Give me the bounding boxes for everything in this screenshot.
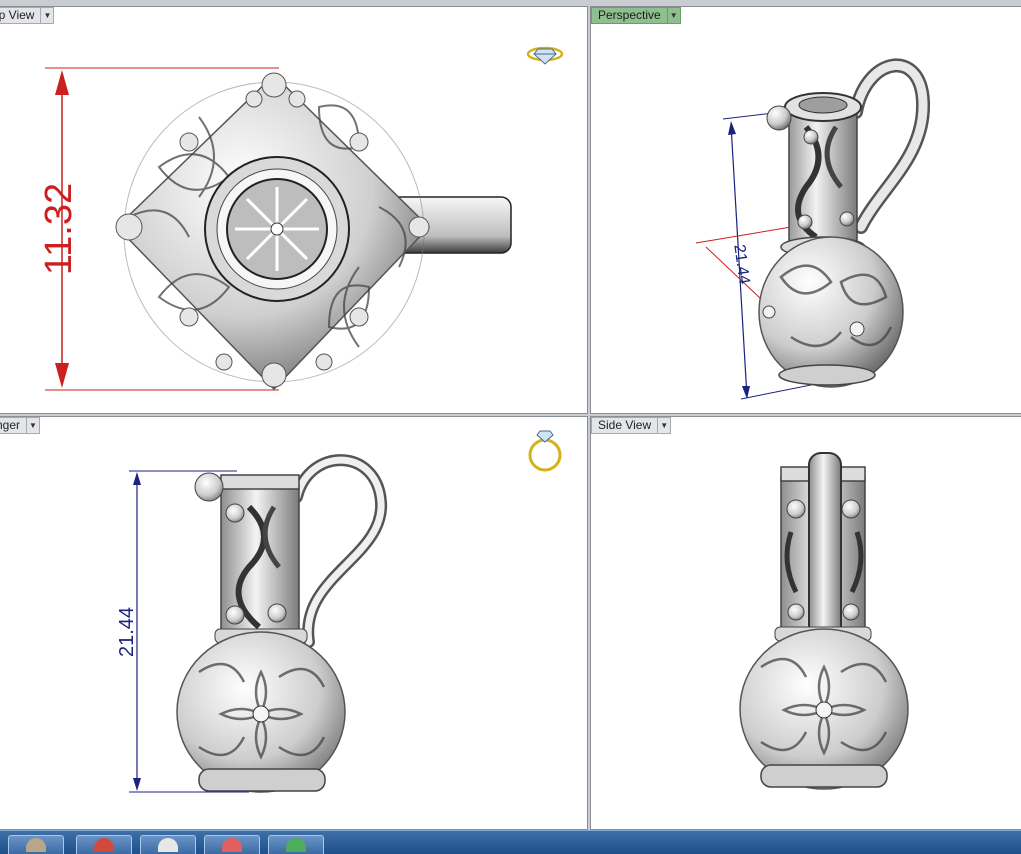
dimension-perspective-height: 21.44 [730, 243, 752, 285]
viewport-label-perspective[interactable]: Perspective [591, 7, 668, 24]
gem-ring-icon [526, 46, 564, 65]
viewport-title-side[interactable]: Side View ▼ [591, 417, 672, 434]
side-view-scene [739, 452, 909, 790]
app-icon [222, 838, 242, 852]
chevron-down-icon[interactable]: ▼ [658, 417, 672, 434]
dimension-front-height: 21.44 [116, 607, 138, 657]
app-icon [158, 838, 178, 852]
viewport-title-perspective[interactable]: Perspective ▼ [591, 7, 681, 24]
viewport-front[interactable]: Finger ▼ 21.44 [0, 416, 588, 830]
front-view-scene: 21.44 [116, 430, 562, 793]
taskbar-button-1[interactable] [8, 835, 64, 854]
app-icon [26, 838, 46, 852]
taskbar-button-4[interactable] [204, 835, 260, 854]
viewport-top[interactable]: Top View ▼ 11.32 [0, 6, 588, 414]
chevron-down-icon[interactable]: ▼ [27, 417, 41, 434]
chevron-down-icon[interactable]: ▼ [667, 7, 681, 24]
app-icon [94, 838, 114, 852]
viewport-label-side[interactable]: Side View [591, 417, 659, 434]
taskbar-button-2[interactable] [76, 835, 132, 854]
viewport-perspective[interactable]: Perspective ▼ 21.44 [590, 6, 1021, 414]
handle-side [808, 452, 842, 654]
taskbar-button-5[interactable] [268, 835, 324, 854]
ring-icon [528, 430, 562, 472]
dimension-top-height: 11.32 [38, 183, 80, 275]
viewport-side[interactable]: Side View ▼ [590, 416, 1021, 830]
taskbar [0, 830, 1021, 854]
app-icon [286, 838, 306, 852]
viewport-title-top[interactable]: Top View ▼ [0, 7, 55, 24]
viewport-label-front[interactable]: Finger [0, 417, 28, 434]
viewport-title-front[interactable]: Finger ▼ [0, 417, 41, 434]
top-view-scene: 11.32 [38, 46, 564, 391]
viewport-label-top[interactable]: Top View [0, 7, 42, 24]
taskbar-button-3[interactable] [140, 835, 196, 854]
perspective-scene: 21.44 [695, 58, 931, 400]
chevron-down-icon[interactable]: ▼ [41, 7, 55, 24]
